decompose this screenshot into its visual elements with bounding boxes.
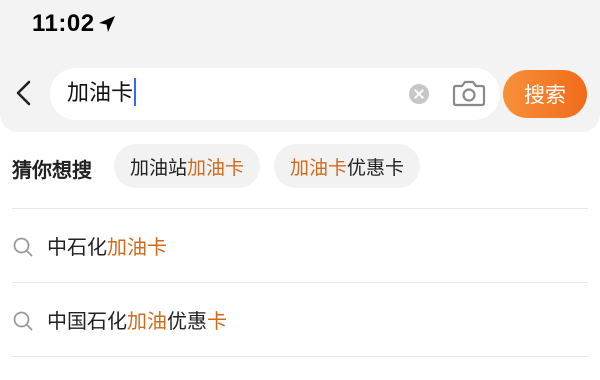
search-icon — [13, 311, 33, 331]
suggestion-text-part: 优惠 — [167, 309, 207, 333]
suggestion-text-part: 中国石化 — [47, 309, 127, 333]
search-header: 加油卡 搜索 — [0, 52, 600, 132]
suggestion-item[interactable]: 中国石化加油优惠卡 — [0, 284, 600, 356]
chip-text-highlight: 加油卡 — [290, 156, 348, 179]
search-input[interactable]: 加油卡 — [50, 68, 500, 120]
suggestion-item[interactable]: 中石化加油卡 — [0, 210, 600, 282]
chip-text-highlight: 加油卡 — [187, 156, 245, 179]
search-query-value: 加油卡 — [67, 81, 134, 106]
chevron-left-icon[interactable] — [12, 78, 36, 108]
suggestion-text-highlight: 卡 — [207, 309, 227, 333]
guess-section: 猜你想搜 加油站 加油卡 加油卡 优惠卡 — [0, 140, 600, 196]
divider — [12, 356, 588, 357]
suggestion-text: 中国石化加油优惠卡 — [47, 305, 227, 334]
guess-chip[interactable]: 加油站 加油卡 — [114, 144, 261, 188]
suggestion-text-part: 中石化 — [47, 235, 107, 259]
suggestion-text-highlight: 加油卡 — [107, 235, 167, 259]
guess-label: 猜你想搜 — [12, 158, 92, 182]
guess-chip[interactable]: 加油卡 优惠卡 — [274, 144, 421, 188]
screen: 11:02 加油卡 搜索 猜你想搜 加油站 加油卡 加油卡 优惠卡 中石化加油卡… — [0, 0, 600, 380]
suggestion-text-highlight: 加油 — [127, 309, 167, 333]
status-bar: 11:02 — [0, 0, 600, 52]
divider — [12, 282, 588, 283]
camera-icon[interactable] — [452, 77, 486, 109]
clear-circle-icon[interactable] — [408, 83, 430, 105]
chip-text: 优惠卡 — [347, 156, 405, 179]
divider — [12, 208, 588, 209]
search-icon — [13, 237, 33, 257]
status-time: 11:02 — [32, 10, 95, 37]
location-arrow-icon — [99, 16, 115, 32]
chip-text: 加油站 — [130, 156, 188, 179]
text-caret — [134, 78, 137, 106]
search-button[interactable]: 搜索 — [503, 70, 587, 118]
search-query-text[interactable]: 加油卡 — [67, 78, 137, 109]
suggestion-text: 中石化加油卡 — [47, 231, 167, 260]
